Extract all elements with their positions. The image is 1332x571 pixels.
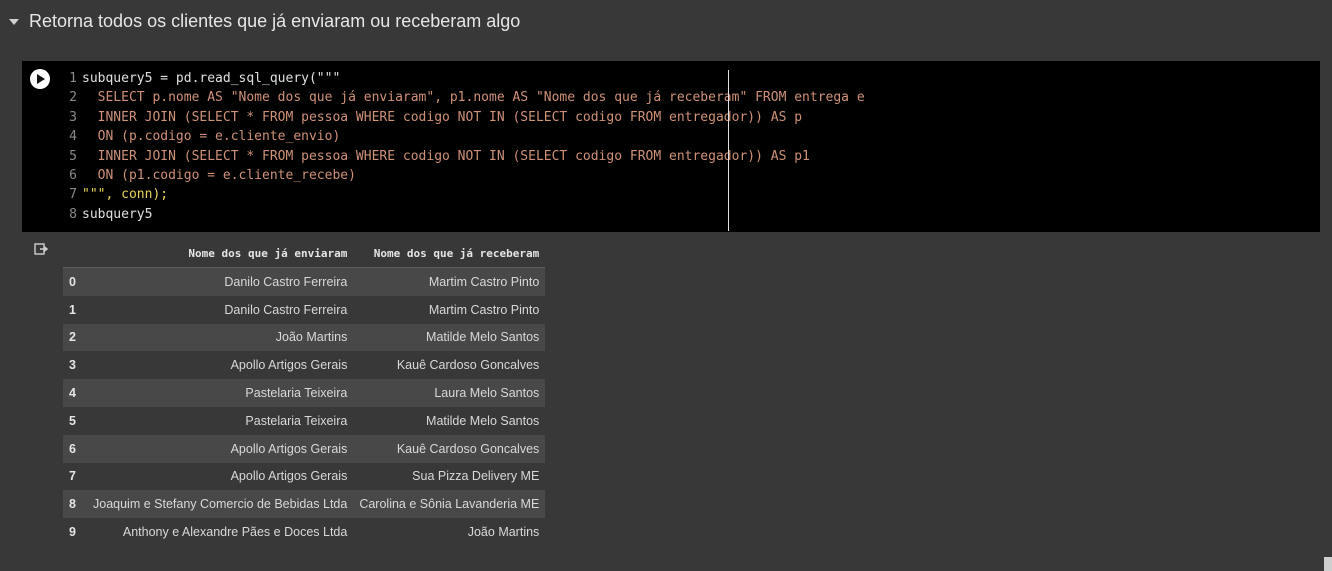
dataframe-output: Nome dos que já enviaram Nome dos que já… <box>63 240 546 546</box>
code-text: ON (p.codigo = e.cliente_envio) <box>82 129 341 145</box>
row-index: 8 <box>63 490 87 519</box>
table-cell: Anthony e Alexandre Pães e Doces Ltda <box>122 525 348 540</box>
table-cell: Kauê Cardoso Goncalves <box>353 434 546 463</box>
table-row: 1 Danilo Castro Ferreira Martim Castro P… <box>63 296 545 324</box>
table-cell: Laura Melo Santos <box>353 379 546 407</box>
row-index: 7 <box>69 469 76 484</box>
column-header: Nome dos que já receberam <box>353 240 546 268</box>
table-row: 6 Apollo Artigos Gerais Kauê Cardoso Gon… <box>63 434 546 463</box>
notebook-page: Retorna todos os clientes que já enviara… <box>0 0 1332 571</box>
table-row: 4 Pastelaria Teixeira Laura Melo Santos <box>63 379 546 407</box>
line-number: 2 <box>69 90 77 106</box>
table-cell: Matilde Melo Santos <box>353 323 546 352</box>
table-cell: Danilo Castro Ferreira <box>87 267 354 296</box>
code-editor[interactable]: 1 subquery5 = pd.read_sql_query(""" 2 SE… <box>22 69 865 224</box>
code-line: 7 """, conn); <box>22 185 865 204</box>
scrollbar-thumb[interactable] <box>1324 557 1332 571</box>
line-number: 6 <box>69 167 77 183</box>
line-number: 5 <box>69 148 77 164</box>
table-cell: João Martins <box>87 323 354 352</box>
table-row: 5 Pastelaria Teixeira Matilde Melo Santo… <box>63 407 545 435</box>
table-cell: Carolina e Sônia Lavanderia ME <box>353 490 546 519</box>
table-cell: Pastelaria Teixeira <box>87 379 354 407</box>
line-number: 8 <box>69 206 77 222</box>
table-cell: Matilde Melo Santos <box>426 413 540 428</box>
table-header-row: Nome dos que já enviaram Nome dos que já… <box>63 240 546 268</box>
line-number: 7 <box>69 187 77 203</box>
section-header[interactable]: Retorna todos os clientes que já enviara… <box>0 0 1332 44</box>
table-row: 3 Apollo Artigos Gerais Kauê Cardoso Gon… <box>63 351 545 379</box>
code-text: ON (p1.codigo = e.cliente_recebe) <box>82 167 356 183</box>
row-index: 3 <box>69 358 76 373</box>
table-cell: Danilo Castro Ferreira <box>224 302 348 317</box>
chevron-down-icon[interactable] <box>9 19 19 25</box>
code-text: subquery5 = pd.read_sql_query(""" <box>82 71 341 86</box>
row-index: 6 <box>63 434 87 463</box>
table-row: 2 João Martins Matilde Melo Santos <box>63 323 546 352</box>
row-index: 0 <box>63 267 87 296</box>
row-index: 1 <box>69 302 76 317</box>
row-index: 9 <box>69 525 76 540</box>
table-cell: Pastelaria Teixeira <box>245 413 348 428</box>
code-line: 3 INNER JOIN (SELECT * FROM pessoa WHERE… <box>22 108 865 127</box>
table-row: 0 Danilo Castro Ferreira Martim Castro P… <box>63 267 546 296</box>
code-text: subquery5 <box>82 206 153 222</box>
code-line: 2 SELECT p.nome AS "Nome dos que já envi… <box>22 88 865 107</box>
code-line: 6 ON (p1.codigo = e.cliente_recebe) <box>22 166 865 185</box>
column-header: Nome dos que já enviaram <box>87 240 354 268</box>
output-redirect-icon[interactable] <box>34 242 48 256</box>
row-index: 5 <box>69 413 76 428</box>
line-number: 1 <box>69 71 77 86</box>
table-cell: João Martins <box>467 525 540 540</box>
code-text: SELECT p.nome AS "Nome dos que já enviar… <box>82 90 865 106</box>
code-text: """, conn); <box>82 187 169 203</box>
table-cell: Apollo Artigos Gerais <box>230 469 348 484</box>
code-line: 1 subquery5 = pd.read_sql_query(""" <box>22 69 865 88</box>
line-number: 4 <box>69 129 77 145</box>
code-line: 5 INNER JOIN (SELECT * FROM pessoa WHERE… <box>22 147 865 166</box>
code-line: 8 subquery5 <box>22 205 865 224</box>
table-cell: Martim Castro Pinto <box>353 267 546 296</box>
table-cell: Joaquim e Stefany Comercio de Bebidas Lt… <box>87 490 354 519</box>
table-cell: Martim Castro Pinto <box>428 302 540 317</box>
table-cell: Apollo Artigos Gerais <box>230 358 348 373</box>
index-header <box>63 240 87 268</box>
table-row: 9 Anthony e Alexandre Pães e Doces Ltda … <box>63 518 545 546</box>
text-cursor <box>728 70 729 231</box>
line-number: 3 <box>69 109 77 125</box>
section-title: Retorna todos os clientes que já enviara… <box>29 11 521 31</box>
code-line: 4 ON (p.codigo = e.cliente_envio) <box>22 127 865 146</box>
row-index: 4 <box>63 379 87 407</box>
table-cell: Kauê Cardoso Goncalves <box>396 358 540 373</box>
table-row: 7 Apollo Artigos Gerais Sua Pizza Delive… <box>63 463 545 491</box>
table-cell: Apollo Artigos Gerais <box>87 434 354 463</box>
table-cell: Sua Pizza Delivery ME <box>412 469 540 484</box>
code-text: INNER JOIN (SELECT * FROM pessoa WHERE c… <box>82 148 810 164</box>
table-row: 8 Joaquim e Stefany Comercio de Bebidas … <box>63 490 546 519</box>
code-text: INNER JOIN (SELECT * FROM pessoa WHERE c… <box>82 109 803 125</box>
row-index: 2 <box>63 323 87 352</box>
